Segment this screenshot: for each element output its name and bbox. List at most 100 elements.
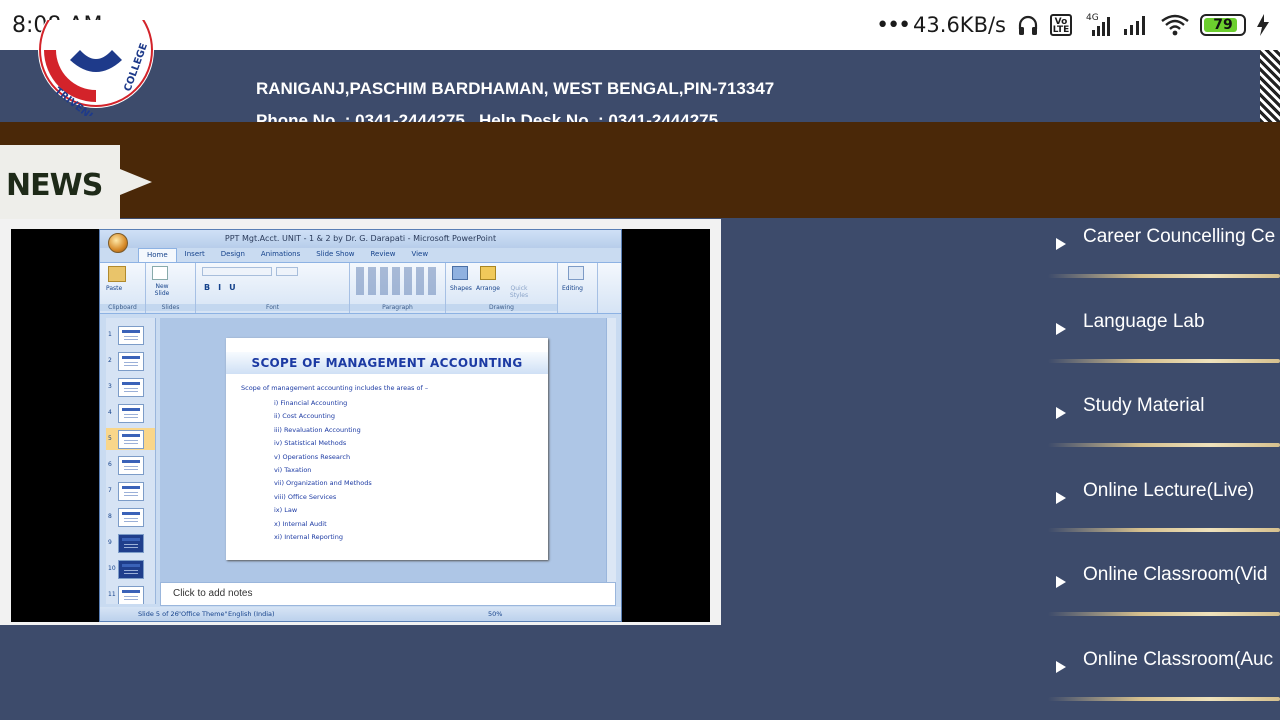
ppt-window-title: PPT Mgt.Acct. UNIT - 1 & 2 by Dr. G. Dar… [224,234,497,243]
signal-icon [1124,16,1145,35]
thumbnail-3: 3 [106,376,155,398]
menu-divider [1048,443,1280,447]
ppt-slide-count: Slide 5 of 26 [138,610,179,618]
college-logo[interactable]: TRIVENI COLLEGE [38,20,154,116]
menu-divider [1048,528,1280,532]
ribbon-group-name: Clipboard [100,304,145,311]
play-arrow-icon [1056,576,1066,588]
slide-title: SCOPE OF MANAGEMENT ACCOUNTING [251,356,523,370]
arrange-icon [480,266,496,280]
menu-item-label: Language Lab [1083,311,1205,332]
slide-list-item: x) Internal Audit [274,519,327,528]
ppt-zoom: 50% [488,610,503,618]
menu-item-career-councelling[interactable]: Career Councelling Ce [1048,223,1280,307]
paste-label: Paste [106,285,123,292]
play-arrow-icon [1056,661,1066,673]
slide-list-item: ii) Cost Accounting [274,412,336,421]
battery-icon: 79 [1200,14,1246,36]
shapes-icon [452,266,468,280]
ppt-title-bar: PPT Mgt.Acct. UNIT - 1 & 2 by Dr. G. Dar… [100,230,621,248]
battery-level: 79 [1213,17,1233,33]
ppt-tab-design: Design [220,250,245,258]
wifi-icon [1161,14,1189,36]
slide-list-item: iii) Revaluation Accounting [274,425,361,434]
menu-item-language-lab[interactable]: Language Lab [1048,308,1280,392]
network-speed: 43.6KB/s [913,13,1006,37]
ppt-ribbon-tabs: Home Insert Design Animations Slide Show… [100,248,621,262]
ribbon-group-clipboard: Paste Clipboard [100,263,146,313]
shapes-label: Shapes [450,285,472,292]
ppt-tab-review: Review [370,250,396,258]
ppt-ribbon: Paste Clipboard New Slide Slides BIU Fon… [100,262,621,314]
ppt-thumbnail-pane: 1 2 3 4 5 6 7 8 9 10 11 [106,318,156,604]
ribbon-group-name: Slides [146,304,195,311]
menu-item-online-classroom-video[interactable]: Online Classroom(Vid [1048,561,1280,645]
slide-list-item: v) Operations Research [274,452,351,461]
thumbnail-9: 9 [106,532,155,554]
menu-divider [1048,359,1280,363]
charging-icon [1257,14,1269,36]
ppt-notes-pane: Click to add notes [160,582,616,606]
slide-list-item: vi) Taxation [274,465,312,474]
ppt-vertical-scrollbar [606,318,616,582]
font-format-icons: BIU [204,283,244,292]
paste-icon [108,266,126,282]
news-band [0,122,1280,218]
arrange-label: Arrange [476,285,500,292]
college-address: RANIGANJ,PASCHIM BARDHAMAN, WEST BENGAL,… [256,79,775,98]
thumbnail-4: 4 [106,402,155,424]
thumbnail-1: 1 [106,324,155,346]
thumbnail-8: 8 [106,506,155,528]
video-player[interactable]: PPT Mgt.Acct. UNIT - 1 & 2 by Dr. G. Dar… [11,229,710,622]
ppt-language: English (India) [228,610,275,618]
dots-icon: ••• [876,12,911,38]
menu-item-online-lecture[interactable]: Online Lecture(Live) [1048,477,1280,561]
ribbon-group-paragraph: Paragraph [350,263,446,313]
thumbnail-5: 5 [106,428,155,450]
ribbon-group-font: BIU Font [196,263,350,313]
font-size-box [276,267,298,276]
ppt-status-bar: Slide 5 of 26 "Office Theme" English (In… [100,607,621,621]
thumbnail-7: 7 [106,480,155,502]
find-icon [568,266,584,280]
menu-item-label: Career Councelling Ce [1083,226,1276,247]
status-bar: 8:08 AM ••• 43.6KB/s Vo LTE 4G 79 [0,0,1280,50]
powerpoint-window: PPT Mgt.Acct. UNIT - 1 & 2 by Dr. G. Dar… [99,229,622,622]
menu-item-label: Study Material [1083,395,1205,416]
ppt-tab-view: View [411,250,429,258]
slide-bullet-list: i) Financial Accounting ii) Cost Account… [274,397,372,544]
editing-label: Editing [562,285,583,292]
quick-styles-label: Quick Styles [509,285,529,299]
ppt-theme: "Office Theme" [178,610,228,618]
slide-list-item: vii) Organization and Methods [274,479,372,488]
side-menu: Career Councelling Ce Language Lab Study… [1048,219,1280,720]
ppt-tab-slideshow: Slide Show [316,250,355,258]
current-slide: SCOPE OF MANAGEMENT ACCOUNTING Scope of … [226,338,548,560]
thumbnail-11: 11 [106,584,155,604]
menu-item-label: Online Classroom(Auc [1083,649,1274,670]
ppt-tab-insert: Insert [184,250,205,258]
menu-item-online-classroom-audio[interactable]: Online Classroom(Auc [1048,646,1280,720]
ribbon-group-name: Paragraph [350,304,445,311]
signal-4g-icon: 4G [1086,13,1110,36]
menu-divider [1048,697,1280,701]
hatch-decoration [1260,50,1280,122]
menu-item-study-material[interactable]: Study Material [1048,392,1280,476]
new-slide-label: New Slide [154,283,170,297]
office-button-icon [108,233,128,253]
play-arrow-icon [1056,407,1066,419]
slide-intro: Scope of management accounting includes … [241,384,429,392]
menu-item-label: Online Lecture(Live) [1083,480,1255,501]
headphones-icon [1018,15,1038,35]
thumbnail-2: 2 [106,350,155,372]
volte-icon: Vo LTE [1050,14,1072,36]
slide-list-item: viii) Office Services [274,492,337,501]
thumbnail-10: 10 [106,558,155,580]
slide-list-item: iv) Statistical Methods [274,439,347,448]
svg-text:4G: 4G [1086,13,1099,23]
slide-list-item: xi) Internal Reporting [274,532,343,541]
ribbon-group-slides: New Slide Slides [146,263,196,313]
slide-list-item: i) Financial Accounting [274,399,348,407]
paragraph-icons [356,267,436,295]
ppt-tab-animations: Animations [260,250,301,258]
